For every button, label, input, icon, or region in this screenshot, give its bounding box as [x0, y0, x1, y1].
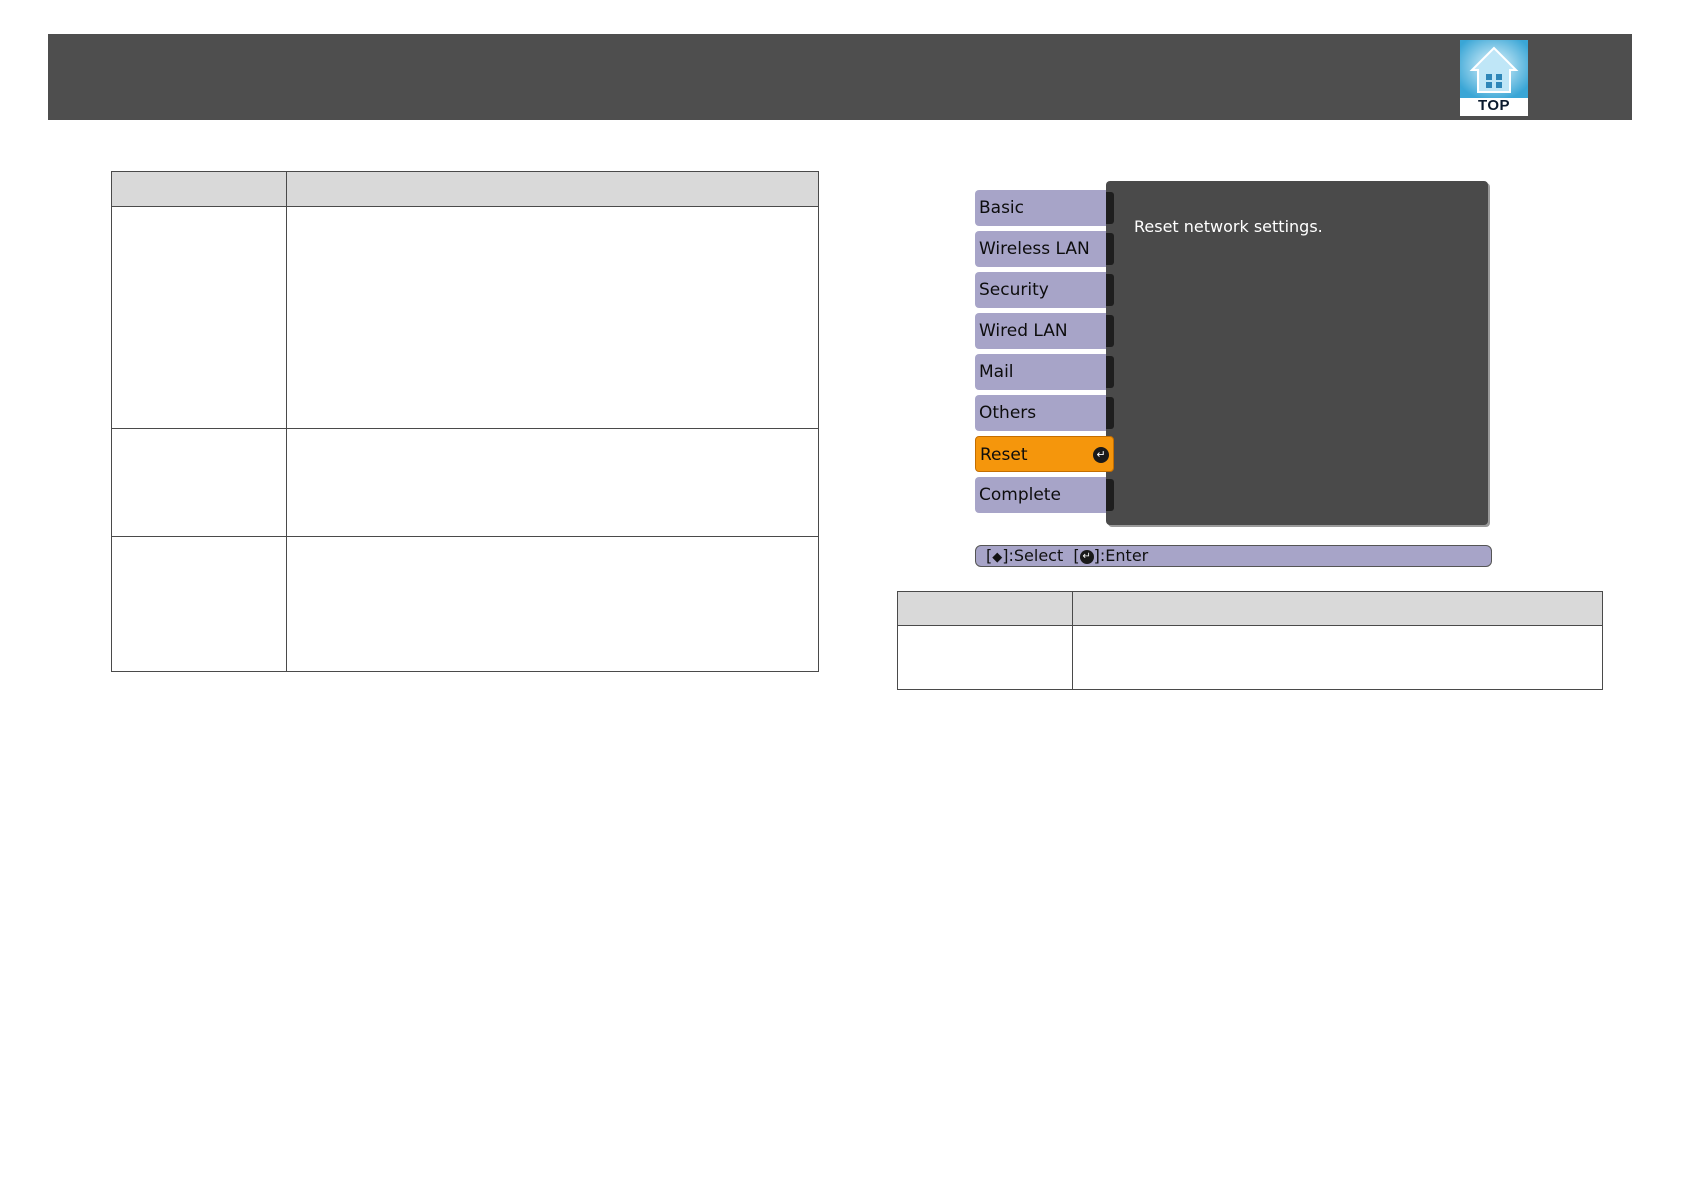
table-row: [111, 428, 819, 537]
table-cell: [286, 206, 819, 429]
table-row: [897, 625, 1603, 690]
table-row: [111, 536, 819, 672]
table-row: [111, 206, 819, 429]
table-cell: [286, 428, 819, 537]
tab-edge: [1106, 233, 1114, 265]
header-bar: [48, 34, 1632, 120]
menu-item-reset[interactable]: Reset ↵: [975, 436, 1114, 472]
table-header-cell: [111, 171, 287, 207]
menu-item-label: Security: [979, 280, 1049, 300]
tab-edge: [1106, 397, 1114, 429]
up-down-arrows-icon: ◆: [992, 550, 1003, 565]
tab-edge: [1106, 192, 1114, 224]
table-header-cell: [897, 591, 1073, 626]
menu-item-mail[interactable]: Mail: [975, 354, 1114, 390]
table-header-row: [897, 591, 1603, 626]
table-cell: [111, 536, 287, 672]
table-cell: [111, 206, 287, 429]
tab-edge: [1106, 274, 1114, 306]
table-header-cell: [1072, 591, 1603, 626]
help-bracket: [: [1073, 546, 1080, 565]
top-button[interactable]: TOP: [1460, 40, 1528, 116]
menu-item-label: Basic: [979, 198, 1025, 218]
menu-item-label: Mail: [979, 362, 1014, 382]
help-bar: [◆]:Select [↵]:Enter: [975, 545, 1492, 567]
table-header-cell: [286, 171, 819, 207]
menu-item-security[interactable]: Security: [975, 272, 1114, 308]
top-label: TOP: [1477, 97, 1511, 114]
menu-item-complete[interactable]: Complete: [975, 477, 1114, 513]
menu-item-wired-lan[interactable]: Wired LAN: [975, 313, 1114, 349]
menu-description-panel: Reset network settings.: [1106, 181, 1488, 525]
table-cell: [111, 428, 287, 537]
menu-item-label: Reset: [980, 445, 1028, 465]
menu-item-label: Wireless LAN: [979, 239, 1090, 259]
table-cell: [897, 625, 1073, 690]
tab-edge: [1106, 356, 1114, 388]
menu-item-label: Wired LAN: [979, 321, 1068, 341]
menu-item-label: Complete: [979, 485, 1061, 505]
table-cell: [286, 536, 819, 672]
menu-item-basic[interactable]: Basic: [975, 190, 1114, 226]
help-enter-label: ]:Enter: [1093, 546, 1149, 565]
enter-icon: ↵: [1093, 447, 1109, 463]
table-cell: [1072, 625, 1603, 690]
menu-item-wireless-lan[interactable]: Wireless LAN: [975, 231, 1114, 267]
tab-edge: [1106, 479, 1114, 511]
right-table: [897, 591, 1603, 690]
tab-edge: [1106, 315, 1114, 347]
left-table: [111, 171, 819, 672]
table-header-row: [111, 171, 819, 207]
enter-icon: ↵: [1079, 549, 1094, 564]
menu-item-label: Others: [979, 403, 1037, 423]
help-select-label: ]:Select: [1002, 546, 1064, 565]
menu-item-others[interactable]: Others: [975, 395, 1114, 431]
menu-message: Reset network settings.: [1134, 217, 1323, 236]
